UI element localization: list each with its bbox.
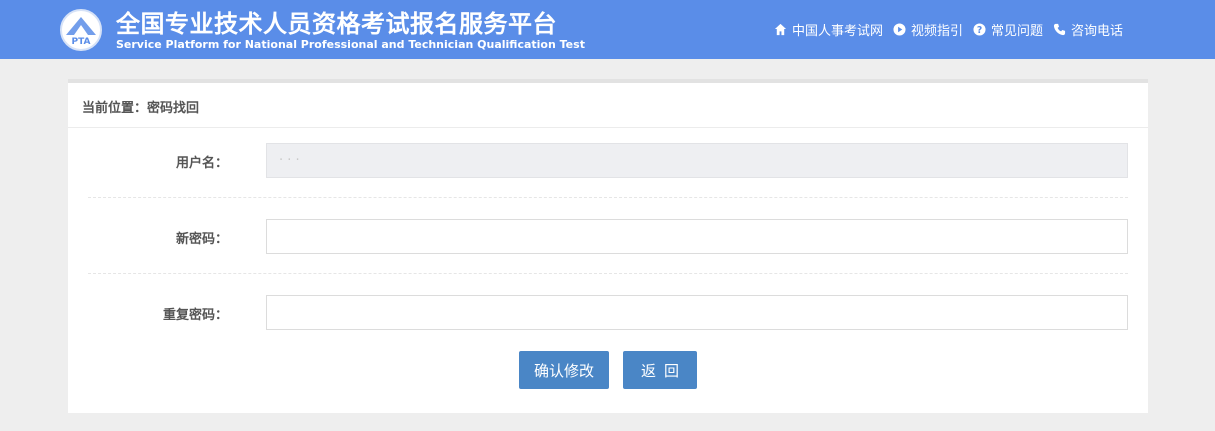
nav-item-label: 视频指引: [910, 24, 963, 39]
logo-text: PTA: [71, 37, 90, 47]
nav-item-cpta[interactable]: 中国人事考试网: [774, 20, 883, 39]
site-title: 全国专业技术人员资格考试报名服务平台: [116, 10, 557, 38]
nav-item-hotline[interactable]: 咨询电话: [1053, 20, 1123, 39]
nav-item-faq[interactable]: ? 常见问题: [973, 20, 1043, 39]
repeat-password-label: 重复密码：: [162, 308, 228, 323]
play-icon: [893, 23, 906, 36]
site-subtitle: Service Platform for National Profession…: [116, 38, 585, 51]
username-input: [266, 143, 1128, 178]
breadcrumb: 当前位置：密码找回: [82, 101, 200, 116]
row-divider: [88, 273, 1128, 274]
password-recovery-panel: 当前位置：密码找回 用户名： 新密码： 重复密码： 确认修改 返回: [68, 83, 1148, 413]
new-password-label: 新密码：: [175, 232, 228, 247]
svg-text:?: ?: [977, 25, 982, 36]
new-password-input[interactable]: [266, 219, 1128, 254]
nav-item-label: 中国人事考试网: [791, 24, 883, 39]
repeat-password-input[interactable]: [266, 295, 1128, 330]
nav-item-video-guide[interactable]: 视频指引: [893, 20, 963, 39]
home-icon: [774, 23, 787, 36]
confirm-change-button[interactable]: 确认修改: [519, 351, 609, 389]
nav-item-label: 咨询电话: [1070, 24, 1123, 39]
phone-icon: [1053, 23, 1066, 36]
top-nav: 中国人事考试网 视频指引 ? 常见问题 咨询电话: [764, 20, 1123, 39]
question-icon: ?: [973, 23, 986, 36]
header-bar: PTA 全国专业技术人员资格考试报名服务平台 Service Platform …: [0, 0, 1215, 59]
pta-logo: PTA: [60, 9, 102, 51]
row-divider: [88, 197, 1128, 198]
back-button[interactable]: 返回: [623, 351, 697, 389]
breadcrumb-divider: [68, 127, 1148, 128]
username-label: 用户名：: [175, 156, 228, 171]
nav-item-label: 常见问题: [990, 24, 1043, 39]
